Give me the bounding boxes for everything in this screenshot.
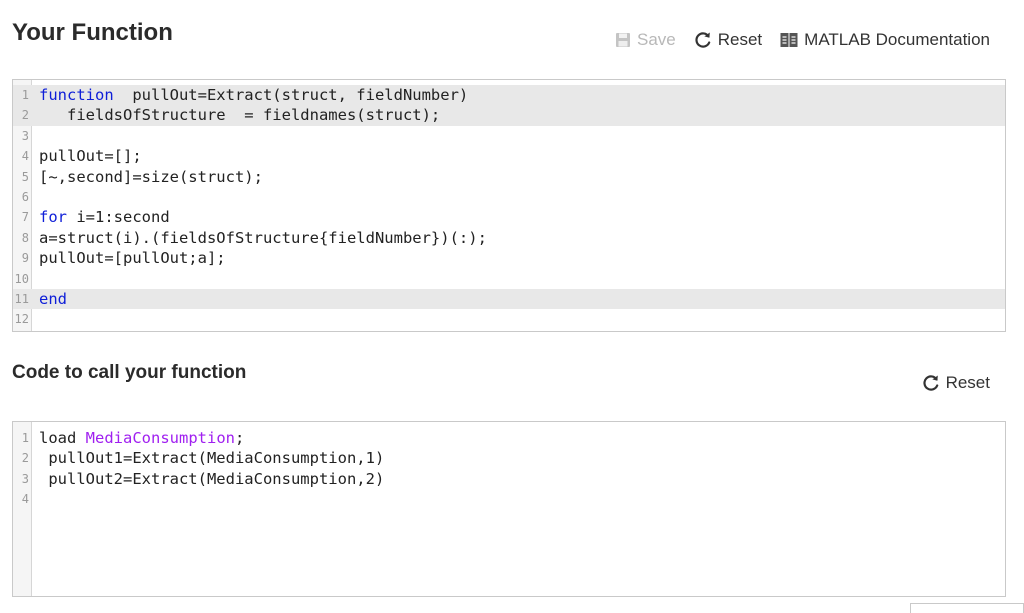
line-number: 6 [21, 189, 29, 204]
corner-tab[interactable] [910, 603, 1024, 613]
line-number: 9 [21, 251, 29, 266]
code-line[interactable]: 3 [13, 126, 1005, 146]
code-line[interactable]: 7 for i=1:second [13, 207, 1005, 227]
code-token: i=1:second [67, 208, 170, 227]
code-text: pullOut=[pullOut;a]; [39, 248, 226, 268]
line-number: 4 [21, 149, 29, 164]
line-number: 2 [21, 108, 29, 123]
line-number: 8 [21, 230, 29, 245]
code-token: pullOut2=Extract(MediaConsumption,2) [39, 469, 385, 488]
keyword-token: for [39, 208, 67, 227]
code-text: function pullOut=Extract(struct, fieldNu… [39, 85, 468, 105]
code-line[interactable]: 2 pullOut1=Extract(MediaConsumption,1) [13, 448, 1005, 468]
keyword-token: function [39, 86, 114, 104]
call-section-title: Code to call your function [12, 362, 247, 383]
code-text: pullOut1=Extract(MediaConsumption,1) [39, 448, 384, 468]
code-token: load [39, 429, 86, 447]
code-text: pullOut=[]; [39, 146, 142, 166]
code-line[interactable]: 9 pullOut=[pullOut;a]; [13, 248, 1005, 268]
code-line[interactable]: 4 [13, 489, 1005, 509]
keyword-token: end [39, 289, 67, 308]
code-line[interactable]: 11 end [13, 288, 1005, 310]
line-number: 1 [21, 88, 29, 102]
code-line[interactable]: 2 fieldsOfStructure = fieldnames(struct)… [13, 105, 1005, 126]
code-text: fieldsOfStructure = fieldnames(struct); [39, 105, 440, 125]
code-text: load MediaConsumption; [39, 428, 244, 448]
code-token: fieldsOfStructure = fieldnames(struct); [39, 106, 441, 125]
line-number: 5 [21, 169, 29, 184]
line-number: 3 [21, 128, 29, 143]
code-token: pullOut=[pullOut;a]; [39, 249, 226, 268]
code-line[interactable]: 3 pullOut2=Extract(MediaConsumption,2) [13, 469, 1005, 489]
documentation-label: MATLAB Documentation [804, 30, 990, 49]
function-toolbar: Save Reset MATLAB Documentation [615, 30, 990, 50]
reset-button[interactable]: Reset [694, 30, 762, 50]
line-number: 4 [21, 492, 29, 507]
matlab-documentation-link[interactable]: MATLAB Documentation [780, 30, 990, 50]
code-line[interactable]: 1 function pullOut=Extract(struct, fieldN… [13, 85, 1005, 106]
code-text: for i=1:second [39, 207, 170, 227]
line-number: 11 [14, 291, 29, 306]
code-text: end [39, 289, 67, 309]
reset-label: Reset [945, 373, 990, 392]
call-reset-button[interactable]: Reset [922, 373, 990, 393]
code-token: a=struct(i).(fieldsOfStructure{fieldNumb… [39, 228, 487, 247]
function-section-title: Your Function [12, 19, 173, 46]
code-line[interactable]: 12 [13, 309, 1005, 329]
code-token: pullOut=[]; [39, 147, 142, 166]
reset-label: Reset [717, 30, 763, 49]
line-number: 1 [21, 431, 29, 445]
code-line[interactable]: 4 pullOut=[]; [13, 146, 1005, 166]
code-text: [~,second]=size(struct); [39, 167, 263, 187]
function-code-editor[interactable]: 1 function pullOut=Extract(struct, fieldN… [12, 79, 1006, 332]
code-text: a=struct(i).(fieldsOfStructure{fieldNumb… [39, 228, 487, 248]
code-line[interactable]: 5 [~,second]=size(struct); [13, 167, 1005, 187]
call-code-editor[interactable]: 1 load MediaConsumption; 2 pullOut1=Extrac… [12, 421, 1006, 597]
code-token: pullOut1=Extract(MediaConsumption,1) [39, 449, 385, 468]
code-line[interactable]: 8 a=struct(i).(fieldsOfStructure{fieldNum… [13, 228, 1005, 248]
save-label: Save [637, 30, 676, 49]
string-token: MediaConsumption [85, 429, 235, 447]
line-number: 12 [14, 312, 29, 327]
line-number: 7 [21, 210, 29, 225]
code-token: ; [234, 429, 245, 447]
line-number: 10 [14, 271, 29, 286]
line-number: 3 [21, 471, 29, 486]
code-line[interactable]: 10 [13, 269, 1005, 289]
code-token: pullOut=Extract(struct, fieldNumber) [113, 86, 469, 104]
code-line[interactable]: 1 load MediaConsumption; [13, 428, 1005, 448]
reset-icon [922, 375, 938, 391]
code-line[interactable]: 6 [13, 187, 1005, 207]
reset-icon [695, 32, 711, 48]
save-icon [616, 33, 630, 47]
line-number: 2 [21, 451, 29, 466]
code-token: [~,second]=size(struct); [39, 167, 263, 186]
code-text: pullOut2=Extract(MediaConsumption,2) [39, 469, 384, 489]
book-icon [780, 33, 798, 47]
save-button[interactable]: Save [615, 30, 676, 50]
